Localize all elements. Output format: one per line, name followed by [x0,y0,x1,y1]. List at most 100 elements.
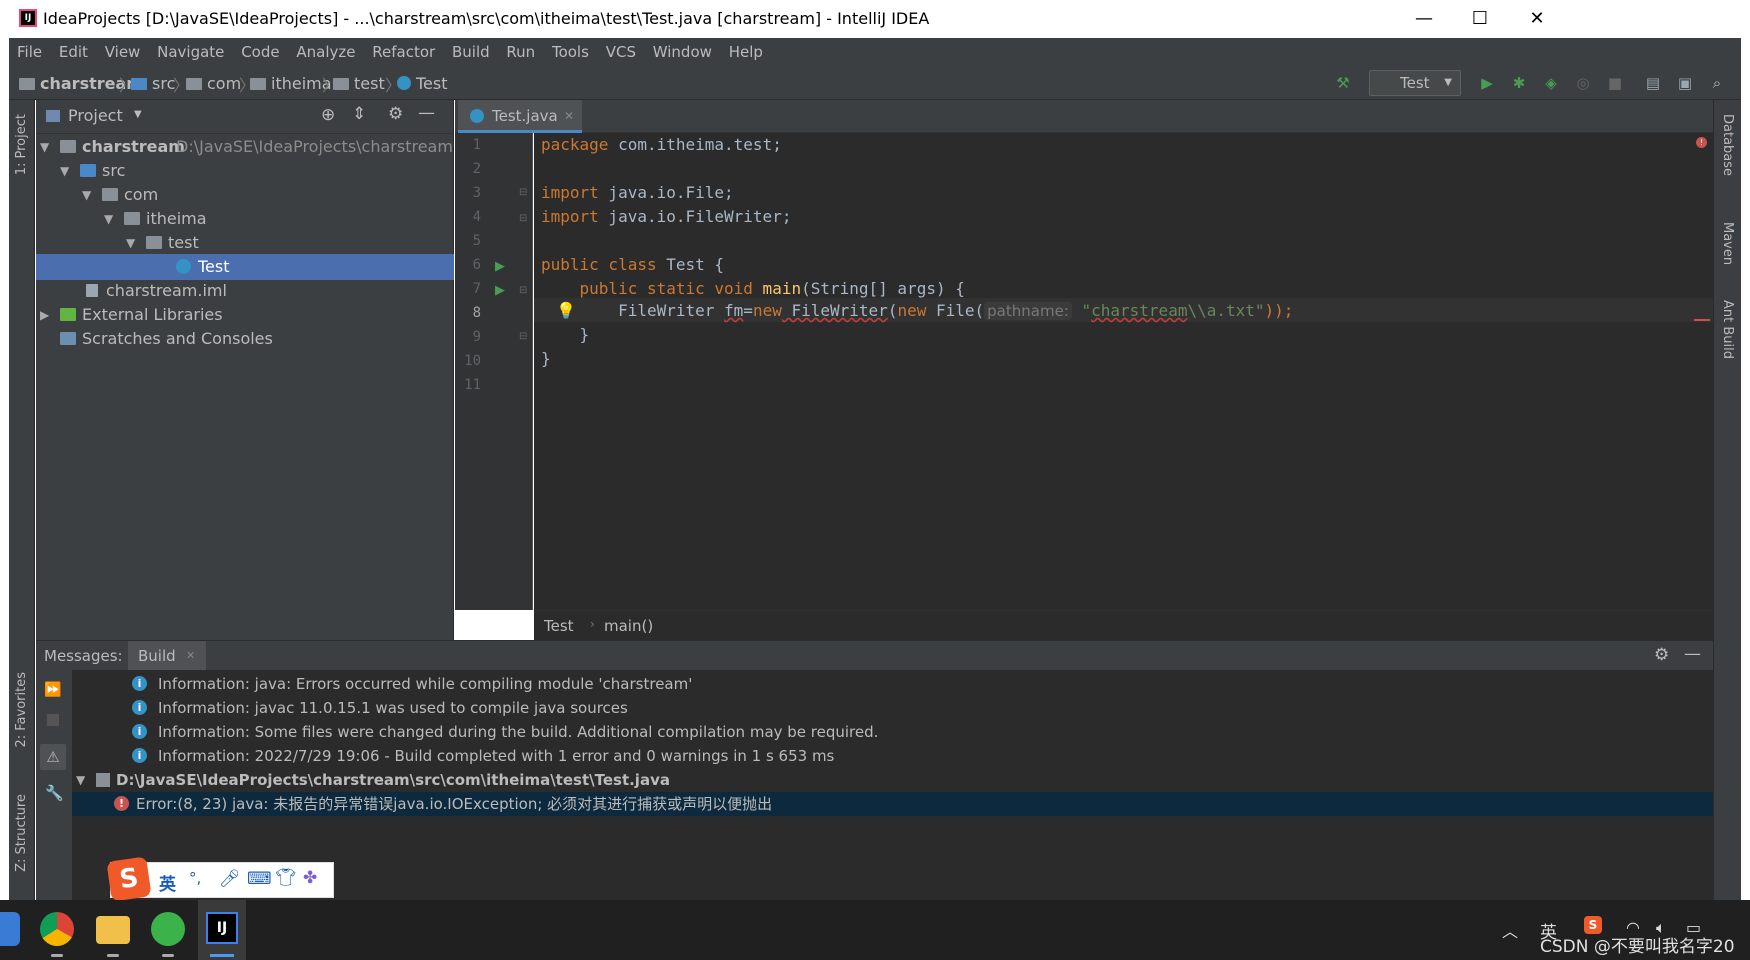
expand-arrow-icon[interactable]: ▼ [82,182,91,208]
tree-item-iml[interactable]: charstream.iml [36,278,454,304]
close-tab-icon[interactable]: ✕ [186,649,195,662]
tray-chevron-up-icon[interactable]: ︿ [1502,918,1518,942]
breadcrumb-method[interactable]: main() [604,617,653,635]
intellij-taskbar-button[interactable]: IJ [198,900,246,960]
tree-item-scratches[interactable]: Scratches and Consoles [36,326,454,352]
tree-item-test[interactable]: ▼ test [36,230,454,256]
fold-icon[interactable]: ⊟ [519,331,527,342]
message-error-row[interactable]: ! Error:(8, 23) java: 未报告的异常错误java.io.IO… [72,792,1713,816]
collapse-all-icon[interactable]: ⇕ [352,104,366,124]
coverage-icon[interactable]: ◈ [1541,73,1561,93]
fold-icon[interactable]: ⊟ [519,213,527,224]
terminal-icon[interactable]: ▣ [1675,73,1695,93]
menu-tools[interactable]: Tools [552,38,589,66]
fold-icon[interactable]: ⊟ [519,187,527,198]
editor-tab-test-java[interactable]: Test.java ✕ [458,100,582,133]
message-row[interactable]: i Information: 2022/7/29 19:06 - Build c… [72,744,1713,768]
wrench-icon[interactable]: 🔧 [45,784,64,802]
run-icon[interactable]: ▶ [1477,73,1497,93]
locate-icon[interactable]: ⊕ [321,105,335,125]
rerun-icon[interactable]: ⏩ [44,682,61,698]
menu-build[interactable]: Build [452,38,490,66]
profile-icon[interactable]: ◎ [1573,73,1593,93]
chrome-icon[interactable] [40,912,74,946]
menu-edit[interactable]: Edit [59,38,88,66]
menu-help[interactable]: Help [729,38,763,66]
project-structure-icon[interactable]: ▤ [1643,73,1663,93]
menu-view[interactable]: View [105,38,141,66]
info-icon: i [132,700,147,715]
menu-analyze[interactable]: Analyze [296,38,355,66]
debug-icon[interactable]: ✱ [1509,73,1529,93]
file-explorer-icon[interactable] [96,916,130,944]
hide-panel-icon[interactable]: — [418,103,435,123]
close-button[interactable]: ✕ [1517,4,1557,34]
keyboard-icon[interactable]: ⌨ [247,869,272,889]
tree-item-src[interactable]: ▼ src [36,158,454,184]
hide-panel-icon[interactable]: — [1684,644,1701,664]
tool-window-structure[interactable]: Z: Structure [14,794,29,872]
close-tab-icon[interactable]: ✕ [564,100,574,132]
fold-icon[interactable]: ⊟ [519,285,527,296]
warning-filter-icon[interactable]: ⚠ [40,744,66,770]
app-icon-partial[interactable] [0,912,20,946]
menu-run[interactable]: Run [506,38,535,66]
expand-arrow-icon[interactable]: ▼ [104,206,113,232]
code-editor[interactable]: package com.itheima.test; import java.io… [534,133,1713,610]
breadcrumb-itheima[interactable]: itheima [250,74,332,93]
message-row[interactable]: i Information: javac 11.0.15.1 was used … [72,696,1713,720]
project-view-select[interactable]: Project [68,106,123,125]
breadcrumb-src[interactable]: src [131,74,175,93]
stop-icon[interactable] [47,714,59,726]
run-gutter-icon[interactable]: ▶ [495,283,505,298]
menu-refactor[interactable]: Refactor [372,38,435,66]
skin-icon[interactable]: 👕︎ [275,868,297,888]
message-row[interactable]: i Information: java: Errors occurred whi… [72,672,1713,696]
expand-arrow-icon[interactable]: ▼ [76,768,85,792]
stop-icon[interactable]: ■ [1605,73,1625,93]
minimize-button[interactable]: — [1404,4,1444,34]
tree-item-charstream[interactable]: ▼ charstream D:\JavaSE\IdeaProjects\char… [36,134,454,160]
tree-item-test-class[interactable]: Test [36,254,454,280]
ime-language[interactable]: 英 [159,870,176,895]
tree-item-itheima[interactable]: ▼ itheima [36,206,454,232]
breadcrumb-test-class[interactable]: Test [397,74,448,93]
expand-arrow-icon[interactable]: ▼ [60,158,69,184]
breadcrumb-com[interactable]: com [186,74,241,93]
tab-build[interactable]: Build ✕ [128,641,206,671]
tool-window-maven[interactable]: Maven [1720,222,1735,265]
expand-arrow-icon[interactable]: ▼ [126,230,135,256]
run-gutter-icon[interactable]: ▶ [495,259,505,274]
message-file-row[interactable]: ▼ D:\JavaSE\IdeaProjects\charstream\src\… [72,768,1713,792]
maximize-button[interactable]: ☐ [1460,4,1500,34]
menu-vcs[interactable]: VCS [606,38,636,66]
error-stripe-mark[interactable] [1694,319,1710,321]
ime-punctuation[interactable]: °, [189,869,201,887]
menu-code[interactable]: Code [241,38,279,66]
error-indicator-icon[interactable]: ! [1696,137,1707,148]
chevron-down-icon[interactable]: ▼ [134,109,142,120]
menu-file[interactable]: File [17,38,42,66]
gear-icon[interactable]: ⚙ [1654,645,1669,665]
tool-window-ant-build[interactable]: Ant Build [1720,300,1735,359]
browser-icon[interactable] [151,912,185,946]
breadcrumb-test[interactable]: test [333,74,385,93]
tool-window-favorites[interactable]: 2: Favorites [14,672,29,748]
collapse-arrow-icon[interactable]: ▶ [40,302,49,328]
message-row[interactable]: i Information: Some files were changed d… [72,720,1713,744]
tool-window-database[interactable]: Database [1720,114,1735,176]
tree-item-external-libraries[interactable]: ▶ External Libraries [36,302,454,328]
breadcrumb-class[interactable]: Test [544,617,574,635]
search-icon[interactable]: ⌕ [1707,73,1727,93]
toolbox-icon[interactable]: ✤ [303,868,317,888]
menu-navigate[interactable]: Navigate [157,38,224,66]
run-config-select[interactable]: Test ▼ [1369,70,1461,96]
gear-icon[interactable]: ⚙ [388,104,403,124]
tree-item-com[interactable]: ▼ com [36,182,454,208]
tool-window-project[interactable]: 1: Project [14,114,29,175]
build-hammer-icon[interactable]: ⚒ [1333,73,1353,93]
menu-window[interactable]: Window [653,38,712,66]
microphone-icon[interactable]: 🎤︎ [219,869,241,889]
sogou-logo[interactable]: S [106,856,152,902]
expand-arrow-icon[interactable]: ▼ [40,134,49,160]
